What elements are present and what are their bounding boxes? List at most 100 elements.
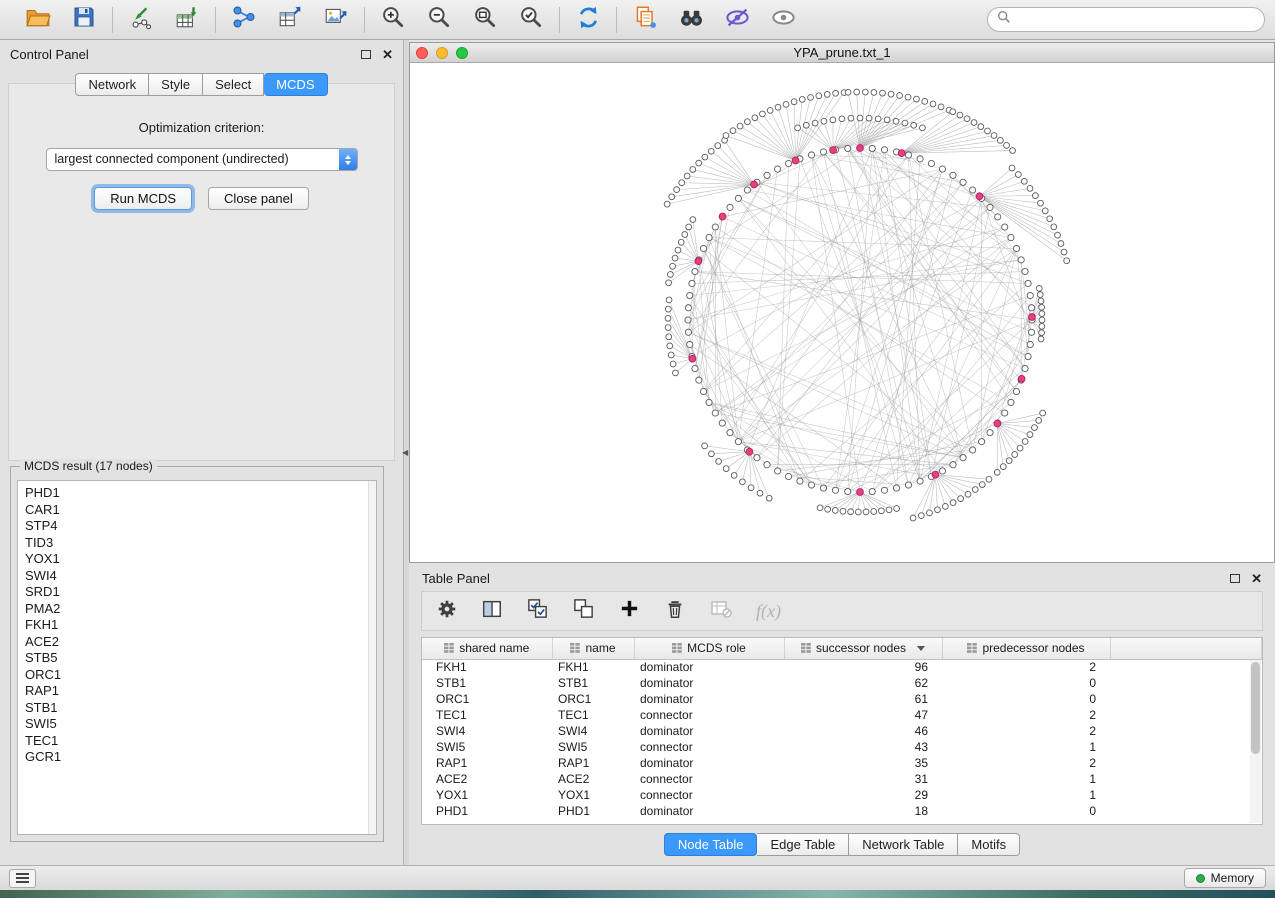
table-toolbar: f(x) [421,591,1263,631]
tab-style[interactable]: Style [149,73,203,96]
import-table-button[interactable] [172,5,202,35]
show-details-button[interactable] [768,5,798,35]
minimize-window-icon[interactable] [436,47,448,59]
result-item[interactable]: PHD1 [25,485,374,502]
search-field[interactable] [987,7,1265,32]
save-session-button[interactable] [69,5,99,35]
table-row[interactable]: YOX1YOX1connector291 [422,787,1262,803]
mcds-tab-content: Optimization criterion: largest connecte… [8,83,395,461]
tab-edge-table[interactable]: Edge Table [757,833,849,856]
run-mcds-button[interactable]: Run MCDS [94,187,192,210]
mcds-result-group: MCDS result (17 nodes) PHD1CAR1STP4TID3Y… [10,466,384,842]
zoom-selected-button[interactable] [516,5,546,35]
copy-document-button[interactable] [630,5,660,35]
zoom-fit-button[interactable] [470,5,500,35]
add-column-button[interactable] [618,597,641,625]
hide-details-button[interactable] [722,5,752,35]
delete-column-button[interactable] [664,598,686,625]
result-item[interactable]: STB1 [25,700,374,717]
splitter-collapse-icon[interactable]: ◀ [402,448,408,457]
result-item[interactable]: ORC1 [25,667,374,684]
result-item[interactable]: RAP1 [25,683,374,700]
table-scrollbar[interactable] [1250,660,1261,823]
close-window-icon[interactable] [416,47,428,59]
hamburger-icon [16,873,29,883]
result-item[interactable]: GCR1 [25,749,374,766]
table-row[interactable]: SWI5SWI5connector431 [422,739,1262,755]
memory-button[interactable]: Memory [1184,868,1266,888]
refresh-button[interactable] [573,5,603,35]
result-item[interactable]: SWI4 [25,568,374,585]
show-columns-button[interactable] [481,598,503,625]
column-header-predecessor-nodes[interactable]: predecessor nodes [942,638,1110,659]
zoom-in-button[interactable] [378,5,408,35]
open-folder-icon [25,4,51,35]
zoom-out-icon [426,4,452,35]
table-row[interactable]: SWI4SWI4dominator462 [422,723,1262,739]
result-item[interactable]: PMA2 [25,601,374,618]
export-table-icon [277,4,303,35]
table-row[interactable]: PHD1PHD1dominator180 [422,803,1262,819]
column-header-mcds-role[interactable]: MCDS role [634,638,784,659]
deselect-all-button[interactable] [572,597,595,625]
open-session-button[interactable] [23,5,53,35]
result-item[interactable]: TEC1 [25,733,374,750]
result-list-scrollbar[interactable] [368,481,376,834]
status-bar: Memory [0,865,1275,890]
result-item[interactable]: STB5 [25,650,374,667]
column-header-shared-name[interactable]: shared name [422,638,552,659]
save-icon [72,5,96,34]
criterion-dropdown[interactable]: largest connected component (undirected) [46,148,358,171]
status-menu-button[interactable] [9,869,36,888]
result-item[interactable]: YOX1 [25,551,374,568]
result-item[interactable]: STP4 [25,518,374,535]
close-panel-icon[interactable]: ✕ [382,48,393,61]
node-table: shared name name MCDS role successor nod… [421,637,1263,825]
zoom-out-button[interactable] [424,5,454,35]
table-scrollbar-thumb[interactable] [1251,662,1260,754]
import-network-button[interactable] [126,5,156,35]
tab-node-table[interactable]: Node Table [664,833,758,856]
search-input[interactable] [1017,13,1255,27]
result-item[interactable]: FKH1 [25,617,374,634]
mcds-result-list[interactable]: PHD1CAR1STP4TID3YOX1SWI4SRD1PMA2FKH1ACE2… [17,480,377,835]
table-row[interactable]: STB1STB1dominator620 [422,675,1262,691]
tab-network-table[interactable]: Network Table [849,833,958,856]
optimization-criterion-label: Optimization criterion: [9,120,394,135]
tab-mcds[interactable]: MCDS [264,73,327,96]
result-item[interactable]: CAR1 [25,502,374,519]
control-panel-title: Control Panel [10,47,89,62]
export-network-button[interactable] [229,5,259,35]
float-table-panel-icon[interactable] [1230,574,1240,583]
select-all-button[interactable] [526,597,549,625]
tab-motifs[interactable]: Motifs [958,833,1020,856]
export-image-button[interactable] [321,5,351,35]
tab-network[interactable]: Network [75,73,149,96]
table-row[interactable]: ACE2ACE2connector311 [422,771,1262,787]
result-item[interactable]: SRD1 [25,584,374,601]
float-panel-icon[interactable] [361,50,371,59]
tab-select[interactable]: Select [203,73,264,96]
table-row[interactable]: RAP1RAP1dominator352 [422,755,1262,771]
export-network-icon [231,4,257,35]
network-svg[interactable] [410,63,1274,562]
table-row[interactable]: TEC1TEC1connector472 [422,707,1262,723]
table-row[interactable]: ORC1ORC1dominator610 [422,691,1262,707]
table-panel-title: Table Panel [422,571,490,586]
criterion-dropdown-value: largest connected component (undirected) [47,149,339,170]
close-panel-button[interactable]: Close panel [208,187,309,210]
column-header-name[interactable]: name [552,638,634,659]
network-titlebar[interactable]: YPA_prune.txt_1 [410,43,1274,63]
export-table-button[interactable] [275,5,305,35]
binoculars-button[interactable] [676,5,706,35]
close-table-panel-icon[interactable]: ✕ [1251,572,1262,585]
refresh-icon [575,4,602,36]
column-header-successor-nodes[interactable]: successor nodes [784,638,942,659]
dropdown-stepper-icon [339,149,357,170]
table-settings-button[interactable] [436,598,458,625]
result-item[interactable]: SWI5 [25,716,374,733]
table-row[interactable]: FKH1FKH1dominator962 [422,659,1262,675]
result-item[interactable]: ACE2 [25,634,374,651]
maximize-window-icon[interactable] [456,47,468,59]
result-item[interactable]: TID3 [25,535,374,552]
